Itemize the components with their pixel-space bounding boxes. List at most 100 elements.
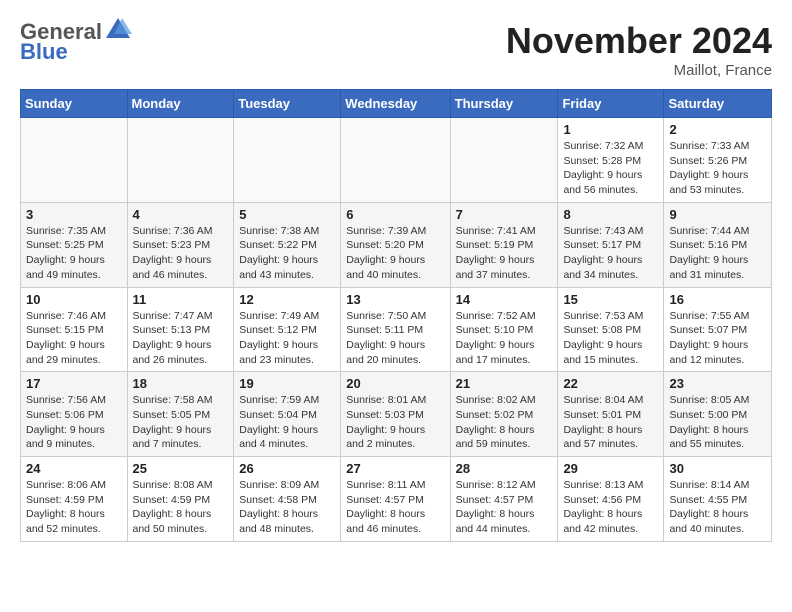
day-info: Sunrise: 7:32 AM Sunset: 5:28 PM Dayligh… xyxy=(563,139,658,198)
day-number: 3 xyxy=(26,207,122,222)
day-number: 15 xyxy=(563,292,658,307)
day-number: 23 xyxy=(669,376,766,391)
calendar-cell: 21 Sunrise: 8:02 AM Sunset: 5:02 PM Dayli… xyxy=(450,372,558,457)
calendar-cell: 22 Sunrise: 8:04 AM Sunset: 5:01 PM Dayli… xyxy=(558,372,664,457)
day-info: Sunrise: 7:38 AM Sunset: 5:22 PM Dayligh… xyxy=(239,224,335,283)
day-number: 18 xyxy=(133,376,229,391)
calendar-cell: 15 Sunrise: 7:53 AM Sunset: 5:08 PM Dayli… xyxy=(558,287,664,372)
calendar-cell: 2 Sunrise: 7:33 AM Sunset: 5:26 PM Daylig… xyxy=(664,118,772,203)
day-info: Sunrise: 7:46 AM Sunset: 5:15 PM Dayligh… xyxy=(26,309,122,368)
day-number: 19 xyxy=(239,376,335,391)
calendar-week-row: 17 Sunrise: 7:56 AM Sunset: 5:06 PM Dayli… xyxy=(21,372,772,457)
day-info: Sunrise: 7:41 AM Sunset: 5:19 PM Dayligh… xyxy=(456,224,553,283)
calendar-table: SundayMondayTuesdayWednesdayThursdayFrid… xyxy=(20,89,772,542)
calendar-cell: 13 Sunrise: 7:50 AM Sunset: 5:11 PM Dayli… xyxy=(341,287,450,372)
day-info: Sunrise: 7:50 AM Sunset: 5:11 PM Dayligh… xyxy=(346,309,444,368)
day-info: Sunrise: 7:56 AM Sunset: 5:06 PM Dayligh… xyxy=(26,393,122,452)
calendar-cell: 14 Sunrise: 7:52 AM Sunset: 5:10 PM Dayli… xyxy=(450,287,558,372)
day-number: 29 xyxy=(563,461,658,476)
logo-icon xyxy=(104,16,132,44)
day-info: Sunrise: 8:05 AM Sunset: 5:00 PM Dayligh… xyxy=(669,393,766,452)
day-number: 14 xyxy=(456,292,553,307)
day-number: 4 xyxy=(133,207,229,222)
day-number: 10 xyxy=(26,292,122,307)
day-info: Sunrise: 8:11 AM Sunset: 4:57 PM Dayligh… xyxy=(346,478,444,537)
column-header-monday: Monday xyxy=(127,90,234,118)
day-number: 7 xyxy=(456,207,553,222)
logo: General Blue xyxy=(20,20,132,64)
calendar-week-row: 24 Sunrise: 8:06 AM Sunset: 4:59 PM Dayli… xyxy=(21,457,772,542)
day-info: Sunrise: 8:13 AM Sunset: 4:56 PM Dayligh… xyxy=(563,478,658,537)
calendar-cell: 16 Sunrise: 7:55 AM Sunset: 5:07 PM Dayli… xyxy=(664,287,772,372)
day-number: 1 xyxy=(563,122,658,137)
calendar-cell xyxy=(234,118,341,203)
calendar-cell: 19Sunrise: 7:59 AM Sunset: 5:04 PM Dayli… xyxy=(234,372,341,457)
day-number: 20 xyxy=(346,376,444,391)
day-info: Sunrise: 7:39 AM Sunset: 5:20 PM Dayligh… xyxy=(346,224,444,283)
day-info: Sunrise: 8:02 AM Sunset: 5:02 PM Dayligh… xyxy=(456,393,553,452)
day-info: Sunrise: 8:06 AM Sunset: 4:59 PM Dayligh… xyxy=(26,478,122,537)
day-number: 11 xyxy=(133,292,229,307)
day-number: 13 xyxy=(346,292,444,307)
calendar-cell xyxy=(21,118,128,203)
day-info: Sunrise: 7:47 AM Sunset: 5:13 PM Dayligh… xyxy=(133,309,229,368)
column-header-saturday: Saturday xyxy=(664,90,772,118)
calendar-cell: 6 Sunrise: 7:39 AM Sunset: 5:20 PM Daylig… xyxy=(341,202,450,287)
calendar-cell: 29 Sunrise: 8:13 AM Sunset: 4:56 PM Dayli… xyxy=(558,457,664,542)
column-header-friday: Friday xyxy=(558,90,664,118)
calendar-cell: 26 Sunrise: 8:09 AM Sunset: 4:58 PM Dayli… xyxy=(234,457,341,542)
page-header: General Blue November 2024 Maillot, Fran… xyxy=(20,20,772,79)
month-title: November 2024 xyxy=(506,20,772,62)
day-info: Sunrise: 7:52 AM Sunset: 5:10 PM Dayligh… xyxy=(456,309,553,368)
column-header-wednesday: Wednesday xyxy=(341,90,450,118)
day-info: Sunrise: 7:58 AM Sunset: 5:05 PM Dayligh… xyxy=(133,393,229,452)
calendar-week-row: 3 Sunrise: 7:35 AM Sunset: 5:25 PM Daylig… xyxy=(21,202,772,287)
day-number: 16 xyxy=(669,292,766,307)
calendar-cell: 5Sunrise: 7:38 AM Sunset: 5:22 PM Daylig… xyxy=(234,202,341,287)
calendar-header-row: SundayMondayTuesdayWednesdayThursdayFrid… xyxy=(21,90,772,118)
calendar-cell: 1 Sunrise: 7:32 AM Sunset: 5:28 PM Daylig… xyxy=(558,118,664,203)
calendar-cell: 3 Sunrise: 7:35 AM Sunset: 5:25 PM Daylig… xyxy=(21,202,128,287)
day-number: 26 xyxy=(239,461,335,476)
calendar-cell: 25 Sunrise: 8:08 AM Sunset: 4:59 PM Dayli… xyxy=(127,457,234,542)
calendar-cell: 24 Sunrise: 8:06 AM Sunset: 4:59 PM Dayli… xyxy=(21,457,128,542)
day-number: 12 xyxy=(239,292,335,307)
day-info: Sunrise: 8:09 AM Sunset: 4:58 PM Dayligh… xyxy=(239,478,335,537)
calendar-cell xyxy=(127,118,234,203)
day-number: 22 xyxy=(563,376,658,391)
day-number: 27 xyxy=(346,461,444,476)
column-header-tuesday: Tuesday xyxy=(234,90,341,118)
day-info: Sunrise: 7:33 AM Sunset: 5:26 PM Dayligh… xyxy=(669,139,766,198)
column-header-thursday: Thursday xyxy=(450,90,558,118)
calendar-week-row: 10 Sunrise: 7:46 AM Sunset: 5:15 PM Dayli… xyxy=(21,287,772,372)
calendar-cell: 12Sunrise: 7:49 AM Sunset: 5:12 PM Dayli… xyxy=(234,287,341,372)
day-number: 24 xyxy=(26,461,122,476)
day-info: Sunrise: 7:35 AM Sunset: 5:25 PM Dayligh… xyxy=(26,224,122,283)
day-info: Sunrise: 8:14 AM Sunset: 4:55 PM Dayligh… xyxy=(669,478,766,537)
calendar-cell: 28Sunrise: 8:12 AM Sunset: 4:57 PM Dayli… xyxy=(450,457,558,542)
day-number: 8 xyxy=(563,207,658,222)
day-number: 21 xyxy=(456,376,553,391)
column-header-sunday: Sunday xyxy=(21,90,128,118)
day-number: 25 xyxy=(133,461,229,476)
calendar-cell: 4 Sunrise: 7:36 AM Sunset: 5:23 PM Daylig… xyxy=(127,202,234,287)
day-info: Sunrise: 7:55 AM Sunset: 5:07 PM Dayligh… xyxy=(669,309,766,368)
day-info: Sunrise: 7:53 AM Sunset: 5:08 PM Dayligh… xyxy=(563,309,658,368)
calendar-cell: 9 Sunrise: 7:44 AM Sunset: 5:16 PM Daylig… xyxy=(664,202,772,287)
day-number: 17 xyxy=(26,376,122,391)
day-number: 2 xyxy=(669,122,766,137)
calendar-cell xyxy=(341,118,450,203)
day-info: Sunrise: 7:36 AM Sunset: 5:23 PM Dayligh… xyxy=(133,224,229,283)
day-info: Sunrise: 8:04 AM Sunset: 5:01 PM Dayligh… xyxy=(563,393,658,452)
day-number: 6 xyxy=(346,207,444,222)
day-number: 28 xyxy=(456,461,553,476)
calendar-cell: 18 Sunrise: 7:58 AM Sunset: 5:05 PM Dayli… xyxy=(127,372,234,457)
calendar-cell: 10 Sunrise: 7:46 AM Sunset: 5:15 PM Dayli… xyxy=(21,287,128,372)
calendar-cell: 8Sunrise: 7:43 AM Sunset: 5:17 PM Daylig… xyxy=(558,202,664,287)
day-info: Sunrise: 7:44 AM Sunset: 5:16 PM Dayligh… xyxy=(669,224,766,283)
calendar-cell: 7 Sunrise: 7:41 AM Sunset: 5:19 PM Daylig… xyxy=(450,202,558,287)
day-info: Sunrise: 8:08 AM Sunset: 4:59 PM Dayligh… xyxy=(133,478,229,537)
calendar-cell: 27 Sunrise: 8:11 AM Sunset: 4:57 PM Dayli… xyxy=(341,457,450,542)
calendar-cell: 11 Sunrise: 7:47 AM Sunset: 5:13 PM Dayli… xyxy=(127,287,234,372)
day-number: 9 xyxy=(669,207,766,222)
